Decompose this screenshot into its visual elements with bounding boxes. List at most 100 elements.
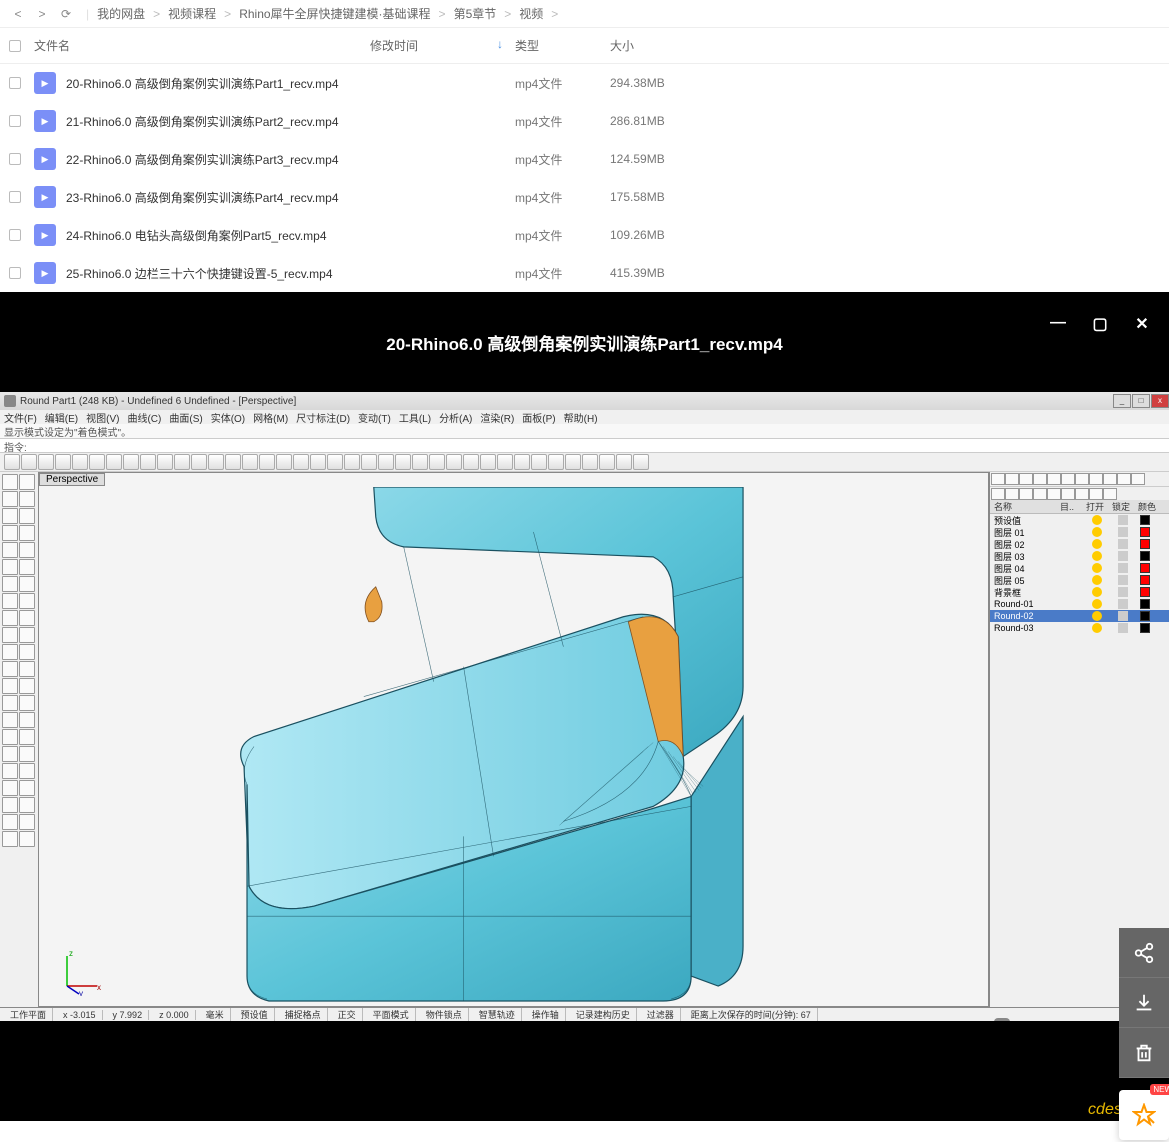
tool-icon[interactable] bbox=[2, 559, 18, 575]
status-item[interactable]: 智慧轨迹 bbox=[473, 1008, 522, 1021]
tool-icon[interactable] bbox=[2, 491, 18, 507]
tool-icon[interactable] bbox=[2, 508, 18, 524]
tool-icon[interactable] bbox=[2, 542, 18, 558]
layer-tool-icon[interactable] bbox=[1089, 488, 1103, 500]
rhino-viewport[interactable]: Perspective bbox=[38, 472, 989, 1007]
toolbar-icon[interactable] bbox=[344, 454, 360, 470]
toolbar-icon[interactable] bbox=[89, 454, 105, 470]
nav-refresh-button[interactable]: ⟳ bbox=[54, 7, 78, 21]
toolbar-icon[interactable] bbox=[259, 454, 275, 470]
layer-row[interactable]: Round-02 bbox=[990, 610, 1169, 622]
layer-row[interactable]: 图层 01 bbox=[990, 526, 1169, 538]
status-item[interactable]: 过滤器 bbox=[641, 1008, 681, 1021]
toolbar-icon[interactable] bbox=[616, 454, 632, 470]
layer-lock-icon[interactable] bbox=[1118, 623, 1128, 633]
tool-icon[interactable] bbox=[19, 491, 35, 507]
menu-item[interactable]: 尺寸标注(D) bbox=[296, 410, 350, 424]
menu-item[interactable]: 面板(P) bbox=[522, 410, 555, 424]
layer-color-swatch[interactable] bbox=[1140, 551, 1150, 561]
toolbar-icon[interactable] bbox=[21, 454, 37, 470]
layer-tool-icon[interactable] bbox=[1033, 488, 1047, 500]
column-name[interactable]: 文件名 bbox=[30, 37, 370, 54]
toolbar-icon[interactable] bbox=[242, 454, 258, 470]
layer-visibility-icon[interactable] bbox=[1092, 551, 1102, 561]
layer-row[interactable]: 预设值 bbox=[990, 514, 1169, 526]
toolbar-icon[interactable] bbox=[38, 454, 54, 470]
layer-row[interactable]: Round-01 bbox=[990, 598, 1169, 610]
file-row[interactable]: 20-Rhino6.0 高级倒角案例实训演练Part1_recv.mp4 mp4… bbox=[0, 64, 1169, 102]
layer-color-swatch[interactable] bbox=[1140, 599, 1150, 609]
file-checkbox[interactable] bbox=[9, 153, 21, 165]
tool-icon[interactable] bbox=[19, 814, 35, 830]
file-row[interactable]: 22-Rhino6.0 高级倒角案例实训演练Part3_recv.mp4 mp4… bbox=[0, 140, 1169, 178]
layer-color-swatch[interactable] bbox=[1140, 539, 1150, 549]
status-item[interactable]: 预设值 bbox=[235, 1008, 275, 1021]
layer-visibility-icon[interactable] bbox=[1092, 587, 1102, 597]
layer-visibility-icon[interactable] bbox=[1092, 599, 1102, 609]
menu-item[interactable]: 曲面(S) bbox=[169, 410, 202, 424]
tool-icon[interactable] bbox=[19, 661, 35, 677]
menu-item[interactable]: 视图(V) bbox=[86, 410, 119, 424]
toolbar-icon[interactable] bbox=[361, 454, 377, 470]
column-type[interactable]: 类型 bbox=[515, 37, 610, 54]
tool-icon[interactable] bbox=[2, 593, 18, 609]
panel-tab-icon[interactable] bbox=[1131, 473, 1145, 485]
tool-icon[interactable] bbox=[2, 661, 18, 677]
tool-icon[interactable] bbox=[19, 678, 35, 694]
tool-icon[interactable] bbox=[19, 797, 35, 813]
toolbar-icon[interactable] bbox=[225, 454, 241, 470]
toolbar-icon[interactable] bbox=[412, 454, 428, 470]
toolbar-icon[interactable] bbox=[497, 454, 513, 470]
toolbar-icon[interactable] bbox=[514, 454, 530, 470]
panel-tab-icon[interactable] bbox=[1089, 473, 1103, 485]
tool-icon[interactable] bbox=[19, 712, 35, 728]
tool-icon[interactable] bbox=[19, 559, 35, 575]
menu-item[interactable]: 渲染(R) bbox=[480, 410, 514, 424]
panel-tab-icon[interactable] bbox=[1075, 473, 1089, 485]
layer-color-swatch[interactable] bbox=[1140, 563, 1150, 573]
panel-tab-icon[interactable] bbox=[1103, 473, 1117, 485]
toolbar-icon[interactable] bbox=[327, 454, 343, 470]
status-item[interactable]: 毫米 bbox=[200, 1008, 231, 1021]
layer-tool-icon[interactable] bbox=[1061, 488, 1075, 500]
breadcrumb-item[interactable]: 视频 bbox=[519, 5, 543, 22]
toolbar-icon[interactable] bbox=[208, 454, 224, 470]
toolbar-icon[interactable] bbox=[4, 454, 20, 470]
layer-row[interactable]: 图层 02 bbox=[990, 538, 1169, 550]
menu-item[interactable]: 文件(F) bbox=[4, 410, 37, 424]
tool-icon[interactable] bbox=[19, 576, 35, 592]
file-row[interactable]: 23-Rhino6.0 高级倒角案例实训演练Part4_recv.mp4 mp4… bbox=[0, 178, 1169, 216]
rhino-min-button[interactable]: _ bbox=[1113, 394, 1131, 408]
layer-visibility-icon[interactable] bbox=[1092, 527, 1102, 537]
layer-tool-icon[interactable] bbox=[1019, 488, 1033, 500]
viewport-canvas[interactable]: z x y bbox=[39, 487, 988, 1006]
tool-icon[interactable] bbox=[19, 508, 35, 524]
tool-icon[interactable] bbox=[2, 576, 18, 592]
layer-lock-icon[interactable] bbox=[1118, 563, 1128, 573]
layer-visibility-icon[interactable] bbox=[1092, 575, 1102, 585]
breadcrumb-item[interactable]: 视频课程 bbox=[168, 5, 216, 22]
layer-tool-icon[interactable] bbox=[991, 488, 1005, 500]
breadcrumb-item[interactable]: Rhino犀牛全屏快捷键建模·基础课程 bbox=[239, 5, 430, 22]
menu-item[interactable]: 变动(T) bbox=[358, 410, 391, 424]
column-modified[interactable]: 修改时间↓ bbox=[370, 37, 515, 54]
panel-tab-icon[interactable] bbox=[1061, 473, 1075, 485]
minimize-button[interactable]: — bbox=[1049, 314, 1067, 334]
tool-icon[interactable] bbox=[19, 831, 35, 847]
panel-tab-icon[interactable] bbox=[1005, 473, 1019, 485]
tool-icon[interactable] bbox=[19, 593, 35, 609]
viewport-label[interactable]: Perspective bbox=[39, 473, 105, 486]
tool-icon[interactable] bbox=[19, 644, 35, 660]
tool-icon[interactable] bbox=[2, 763, 18, 779]
panel-tab-icon[interactable] bbox=[1047, 473, 1061, 485]
layer-color-swatch[interactable] bbox=[1140, 587, 1150, 597]
toolbar-icon[interactable] bbox=[531, 454, 547, 470]
layer-row[interactable]: 图层 05 bbox=[990, 574, 1169, 586]
status-item[interactable]: 物件锁点 bbox=[420, 1008, 469, 1021]
layer-lock-icon[interactable] bbox=[1118, 587, 1128, 597]
tool-icon[interactable] bbox=[19, 627, 35, 643]
status-item[interactable]: 平面模式 bbox=[367, 1008, 416, 1021]
tool-icon[interactable] bbox=[2, 797, 18, 813]
layer-color-swatch[interactable] bbox=[1140, 623, 1150, 633]
file-row[interactable]: 21-Rhino6.0 高级倒角案例实训演练Part2_recv.mp4 mp4… bbox=[0, 102, 1169, 140]
